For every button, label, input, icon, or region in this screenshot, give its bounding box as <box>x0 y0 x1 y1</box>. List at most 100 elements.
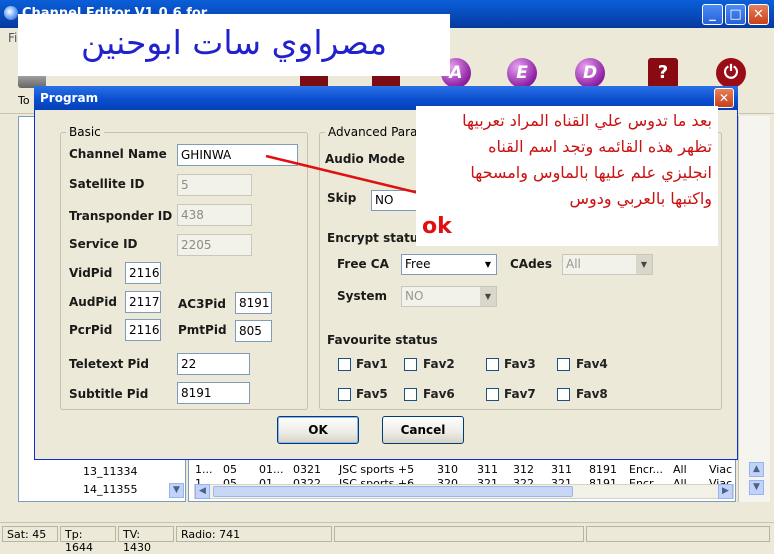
system-select: NO ▼ <box>401 286 497 307</box>
table-cell: 0321 <box>293 463 321 476</box>
table-cell: 8191 <box>589 463 617 476</box>
tool-d-icon[interactable]: D <box>575 58 605 88</box>
fav2-label: Fav2 <box>423 357 455 371</box>
annotation-note: بعد ما تدوس علي القناه المراد تعربيها تظ… <box>416 106 718 246</box>
basic-group-label: Basic <box>66 125 104 139</box>
table-row[interactable]: 1... 05 01... 0321 JSC sports +5 310 311 312 311… <box>193 463 733 476</box>
annotation-line: بعد ما تدوس علي القناه المراد تعربيها <box>462 111 712 130</box>
cades-select: All ▼ <box>562 254 653 275</box>
transponder-id-label: Transponder ID <box>69 209 173 223</box>
fav5-checkbox[interactable] <box>338 388 351 401</box>
scroll-thumb[interactable] <box>213 486 573 497</box>
fav4-checkbox[interactable] <box>557 358 570 371</box>
fav6-label: Fav6 <box>423 387 455 401</box>
channel-name-label: Channel Name <box>69 147 167 161</box>
fav8-checkbox[interactable] <box>557 388 570 401</box>
table-cell: 05 <box>223 463 237 476</box>
pcrpid-input[interactable]: 2116 <box>125 319 161 341</box>
status-tp: Tp: 1644 <box>60 526 116 554</box>
fav7-checkbox[interactable] <box>486 388 499 401</box>
table-cell: Encr... <box>629 463 663 476</box>
satellite-id-field: 5 <box>177 174 252 196</box>
service-id-label: Service ID <box>69 237 138 251</box>
ac3pid-input[interactable]: 8191 <box>235 292 272 314</box>
tool-e-icon[interactable]: E <box>507 58 537 88</box>
fav4-label: Fav4 <box>576 357 608 371</box>
fav3-label: Fav3 <box>504 357 536 371</box>
subtitle-pid-input[interactable]: 8191 <box>177 382 250 404</box>
ac3pid-label: AC3Pid <box>178 297 226 311</box>
free-ca-label: Free CA <box>337 257 389 271</box>
tree-item-label: 14_11355 <box>83 483 138 496</box>
service-id-field: 2205 <box>177 234 252 256</box>
ok-button[interactable]: OK <box>277 416 359 444</box>
teletext-pid-input[interactable]: 22 <box>177 353 250 375</box>
tree-item[interactable]: 13_11334 <box>83 465 138 478</box>
table-cell: 311 <box>477 463 498 476</box>
overlay-banner: مصراوي سات ابوحنين <box>18 14 450 76</box>
table-cell: 312 <box>513 463 534 476</box>
fav1-checkbox[interactable] <box>338 358 351 371</box>
table-cell: 311 <box>551 463 572 476</box>
dialog-title: Program <box>40 91 99 105</box>
cades-select-value: All <box>566 257 581 271</box>
dialog-close-icon[interactable]: ✕ <box>714 88 734 108</box>
statusbar: Sat: 45 Tp: 1644 TV: 1430 Radio: 741 <box>0 522 774 554</box>
help-icon[interactable]: ? <box>648 58 678 88</box>
fav5-label: Fav5 <box>356 387 388 401</box>
fav7-label: Fav7 <box>504 387 536 401</box>
grid-horizontal-scrollbar[interactable]: ◀ ▶ <box>194 484 734 499</box>
close-button[interactable]: ✕ <box>748 4 769 25</box>
system-label: System <box>337 289 387 303</box>
toolbar-label: To <box>18 94 30 107</box>
maximize-button[interactable]: □ <box>725 4 746 25</box>
free-ca-select-value: Free <box>405 257 431 271</box>
system-select-value: NO <box>405 289 424 303</box>
scroll-left-icon[interactable]: ◀ <box>195 484 210 499</box>
status-tv: TV: 1430 <box>118 526 174 554</box>
minimize-button[interactable]: _ <box>702 4 723 25</box>
tree-item[interactable]: 14_11355 <box>83 483 138 496</box>
fav1-label: Fav1 <box>356 357 388 371</box>
fav2-checkbox[interactable] <box>404 358 417 371</box>
cades-label: CAdes <box>510 257 552 271</box>
chevron-down-icon: ▼ <box>480 255 496 274</box>
favourite-status-label: Favourite status <box>327 333 438 347</box>
table-cell: 310 <box>437 463 458 476</box>
scroll-right-icon[interactable]: ▶ <box>718 484 733 499</box>
table-cell: JSC sports +5 <box>339 463 415 476</box>
scroll-down-icon[interactable]: ▼ <box>749 480 764 495</box>
right-panel: ▲ ▼ <box>738 116 770 502</box>
cancel-button[interactable]: Cancel <box>382 416 464 444</box>
fav6-checkbox[interactable] <box>404 388 417 401</box>
chevron-down-icon: ▼ <box>636 255 652 274</box>
scroll-up-icon[interactable]: ▲ <box>749 462 764 477</box>
tree-scroll-down-icon[interactable]: ▼ <box>169 483 184 498</box>
status-radio: Radio: 741 <box>176 526 332 542</box>
subtitle-pid-label: Subtitle Pid <box>69 387 149 401</box>
table-cell: All <box>673 463 687 476</box>
annotation-line: تظهر هذه القائمه وتجد اسم القناه <box>488 137 712 156</box>
annotation-line: واكتبها بالعربي ودوس <box>569 189 712 208</box>
vidpid-label: VidPid <box>69 266 113 280</box>
power-icon[interactable]: ⏻ <box>716 58 746 88</box>
chevron-down-icon: ▼ <box>480 287 496 306</box>
satellite-id-label: Satellite ID <box>69 177 145 191</box>
status-empty-2 <box>586 526 770 542</box>
status-empty-1 <box>334 526 584 542</box>
table-cell: 1... <box>195 463 213 476</box>
app-icon <box>4 6 18 20</box>
fav8-label: Fav8 <box>576 387 608 401</box>
status-sat: Sat: 45 <box>2 526 58 542</box>
encrypt-status-label: Encrypt status <box>327 231 426 245</box>
teletext-pid-label: Teletext Pid <box>69 357 150 371</box>
pmtpid-input[interactable]: 805 <box>235 320 272 342</box>
vidpid-input[interactable]: 2116 <box>125 262 161 284</box>
tree-item-label: 13_11334 <box>83 465 138 478</box>
pcrpid-label: PcrPid <box>69 323 113 337</box>
audpid-label: AudPid <box>69 295 117 309</box>
audpid-input[interactable]: 2117 <box>125 291 161 313</box>
free-ca-select[interactable]: Free ▼ <box>401 254 497 275</box>
fav3-checkbox[interactable] <box>486 358 499 371</box>
annotation-ok-word: ok <box>422 214 452 239</box>
